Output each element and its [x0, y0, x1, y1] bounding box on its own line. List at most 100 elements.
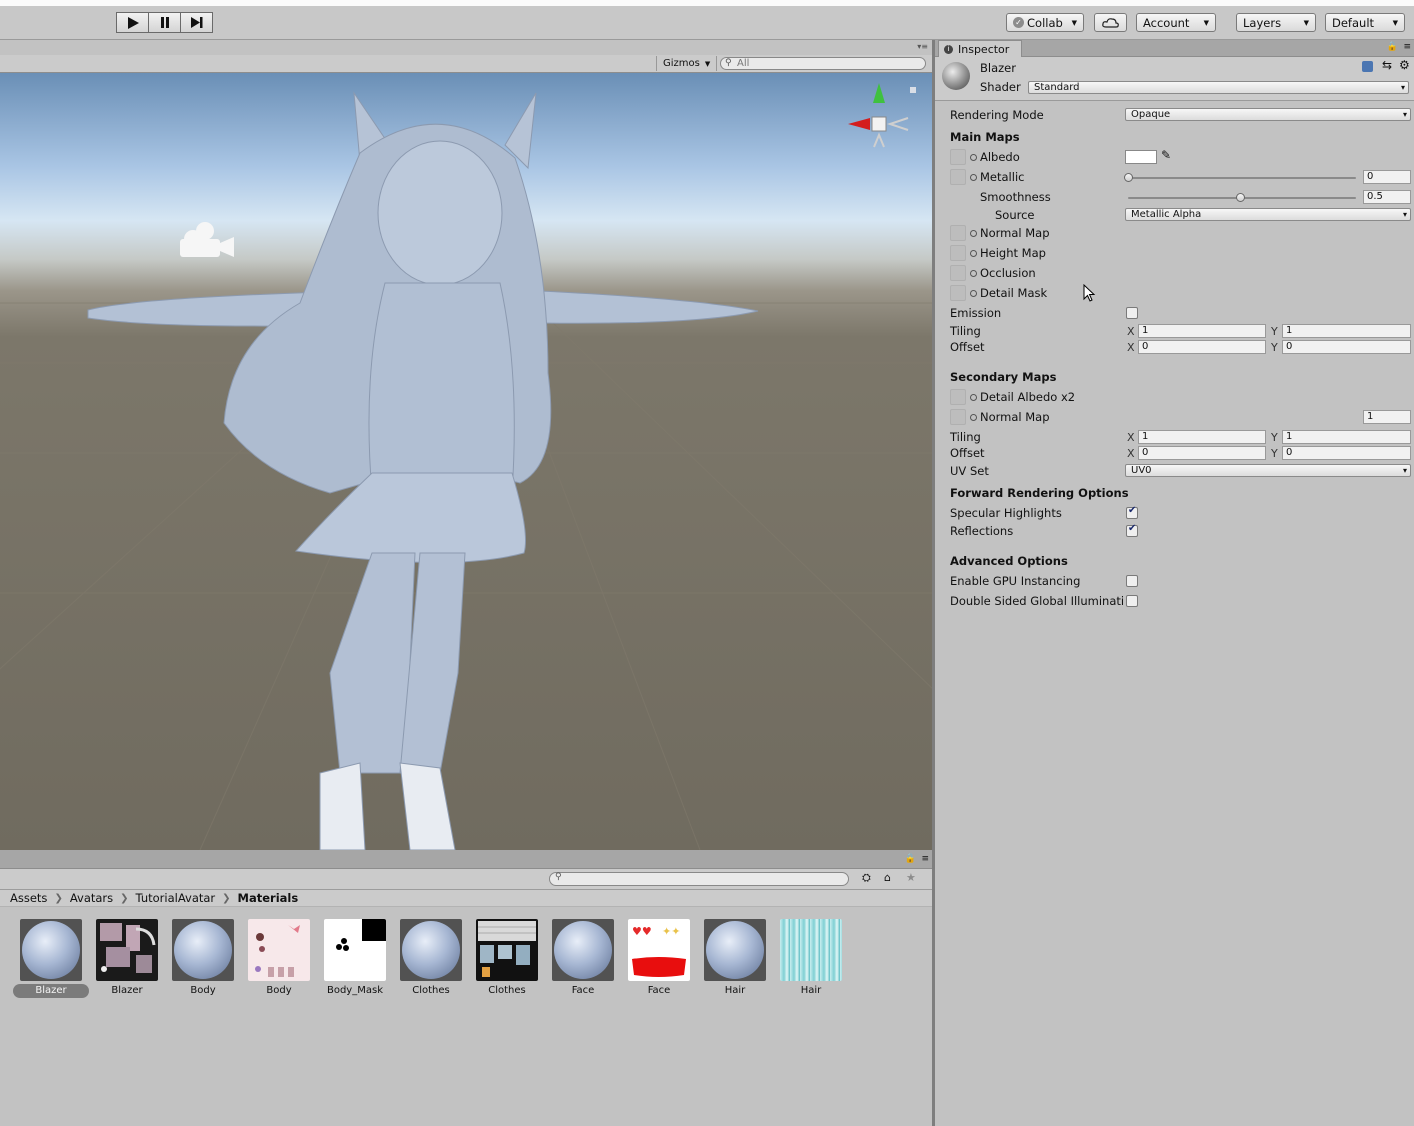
asset-item[interactable]: ♥♥ ✦✦ Face: [624, 919, 694, 998]
main-tiling-x-field[interactable]: 1: [1138, 324, 1266, 338]
lock-icon[interactable]: 🔒: [1387, 42, 1398, 52]
main-offset-x-field[interactable]: 0: [1138, 340, 1266, 354]
filter-by-type-icon[interactable]: ⛭: [862, 871, 871, 885]
asset-name: Body: [190, 985, 216, 996]
secondary-offset-x-field[interactable]: 0: [1138, 446, 1266, 460]
asset-item[interactable]: Blazer: [13, 919, 89, 998]
asset-item[interactable]: Clothes: [472, 919, 542, 998]
gpu-instancing-checkbox[interactable]: [1126, 575, 1138, 587]
account-dropdown[interactable]: Account ▼: [1136, 13, 1216, 32]
book-icon[interactable]: [1362, 61, 1373, 72]
info-icon: i: [944, 44, 953, 54]
asset-item[interactable]: Body: [168, 919, 238, 998]
asset-item[interactable]: Body: [244, 919, 314, 998]
orientation-gizmo[interactable]: [848, 83, 916, 148]
secondary-normal-scale-field[interactable]: 1: [1363, 410, 1411, 424]
metallic-picker-dot[interactable]: [970, 174, 977, 181]
breadcrumb-item-current[interactable]: Materials: [238, 891, 299, 905]
double-sided-gi-checkbox[interactable]: [1126, 595, 1138, 607]
smoothness-value-field[interactable]: 0.5: [1363, 190, 1411, 204]
double-sided-gi-label: Double Sided Global Illuminati: [950, 594, 1125, 608]
secondary-normal-label: Normal Map: [980, 410, 1050, 424]
albedo-texture-slot[interactable]: [950, 149, 966, 165]
panel-menu-icon[interactable]: ≡: [921, 854, 929, 864]
asset-item[interactable]: Hair: [700, 919, 770, 998]
search-icon: ⚲: [555, 872, 562, 882]
lock-icon[interactable]: 🔒: [905, 854, 916, 864]
main-tiling-x-label: X: [1127, 325, 1135, 338]
albedo-color-swatch[interactable]: [1125, 150, 1157, 164]
smoothness-slider-thumb[interactable]: [1236, 193, 1245, 202]
scene-search-input[interactable]: ⚲ All: [720, 57, 926, 70]
albedo-picker-dot[interactable]: [970, 154, 977, 161]
panel-menu-icon[interactable]: ▾≡: [917, 42, 928, 51]
asset-name: Face: [647, 985, 671, 996]
secondary-tiling-y-label: Y: [1271, 431, 1278, 444]
asset-item[interactable]: Hair: [776, 919, 846, 998]
eyedropper-icon[interactable]: ✎: [1161, 148, 1171, 162]
breadcrumb-item[interactable]: Assets: [10, 891, 47, 905]
pause-button[interactable]: [148, 12, 181, 33]
height-map-texture-slot[interactable]: [950, 245, 966, 261]
chevron-down-icon: ▼: [1071, 18, 1077, 27]
play-button[interactable]: [116, 12, 149, 33]
asset-item[interactable]: Blazer: [92, 919, 162, 998]
shader-label: Shader: [980, 80, 1021, 94]
project-panel: 🔒 ≡ ⚲ ⛭ ⌂ ★ Assets ❯ Avatars ❯ TutorialA…: [0, 850, 932, 1126]
secondary-normal-picker-dot[interactable]: [970, 414, 977, 421]
normal-map-texture-slot[interactable]: [950, 225, 966, 241]
detail-albedo-picker-dot[interactable]: [970, 394, 977, 401]
gizmos-dropdown[interactable]: Gizmos ▼: [656, 56, 718, 71]
cloud-button[interactable]: [1094, 13, 1127, 32]
secondary-tiling-y-field[interactable]: 1: [1282, 430, 1411, 444]
normal-map-picker-dot[interactable]: [970, 230, 977, 237]
step-button[interactable]: [180, 12, 213, 33]
metallic-slider-track[interactable]: [1128, 177, 1356, 179]
pause-icon: [160, 17, 169, 28]
scene-viewport[interactable]: [0, 73, 932, 850]
asset-item[interactable]: Face: [548, 919, 618, 998]
height-map-picker-dot[interactable]: [970, 250, 977, 257]
cloud-icon: [1101, 18, 1119, 28]
detail-albedo-texture-slot[interactable]: [950, 389, 966, 405]
project-search-input[interactable]: ⚲: [549, 872, 849, 886]
uv-set-dropdown[interactable]: UV0 ▾: [1125, 464, 1411, 477]
metallic-texture-slot[interactable]: [950, 169, 966, 185]
layout-label: Default: [1332, 15, 1375, 30]
rendering-mode-dropdown[interactable]: Opaque ▾: [1125, 108, 1411, 121]
main-offset-y-field[interactable]: 0: [1282, 340, 1411, 354]
camera-icon: [180, 222, 234, 257]
asset-item[interactable]: Body_Mask: [320, 919, 390, 998]
emission-checkbox[interactable]: [1126, 307, 1138, 319]
main-tiling-y-field[interactable]: 1: [1282, 324, 1411, 338]
panel-menu-icon[interactable]: ≡: [1403, 42, 1411, 52]
tab-inspector[interactable]: i Inspector: [938, 40, 1022, 57]
favorites-star-icon[interactable]: ★: [906, 871, 916, 884]
collab-button[interactable]: ✓ Collab ▼: [1006, 13, 1084, 32]
filter-by-label-icon[interactable]: ⌂: [884, 871, 891, 884]
detail-mask-texture-slot[interactable]: [950, 285, 966, 301]
scene-tab-row: ▾≡: [0, 40, 932, 55]
layout-dropdown[interactable]: Default ▼: [1325, 13, 1405, 32]
secondary-offset-y-field[interactable]: 0: [1282, 446, 1411, 460]
svg-text:♥♥: ♥♥: [632, 925, 652, 938]
breadcrumb-item[interactable]: TutorialAvatar: [136, 891, 216, 905]
occlusion-picker-dot[interactable]: [970, 270, 977, 277]
layers-dropdown[interactable]: Layers ▼: [1236, 13, 1316, 32]
breadcrumb-item[interactable]: Avatars: [70, 891, 113, 905]
specular-highlights-checkbox[interactable]: [1126, 505, 1138, 519]
asset-item[interactable]: Clothes: [396, 919, 466, 998]
reflections-checkbox[interactable]: [1126, 523, 1138, 537]
asset-name: Blazer: [13, 984, 89, 998]
occlusion-texture-slot[interactable]: [950, 265, 966, 281]
source-value: Metallic Alpha: [1131, 209, 1202, 220]
secondary-normal-texture-slot[interactable]: [950, 409, 966, 425]
metallic-slider-thumb[interactable]: [1124, 173, 1133, 182]
secondary-tiling-x-field[interactable]: 1: [1138, 430, 1266, 444]
gear-icon[interactable]: ⚙: [1399, 58, 1410, 72]
shader-dropdown[interactable]: Standard ▾: [1028, 81, 1409, 94]
metallic-value-field[interactable]: 0: [1363, 170, 1411, 184]
detail-mask-picker-dot[interactable]: [970, 290, 977, 297]
source-dropdown[interactable]: Metallic Alpha ▾: [1125, 208, 1411, 221]
sliders-icon[interactable]: ⇆: [1382, 58, 1392, 72]
